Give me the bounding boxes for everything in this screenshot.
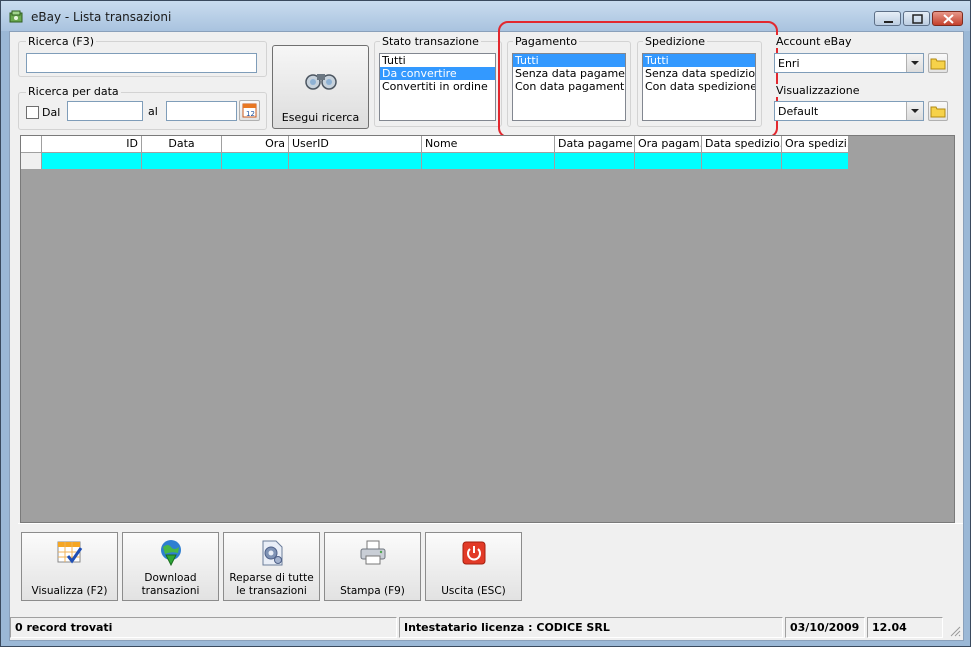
account-folder-button[interactable] (928, 53, 948, 73)
payment-list[interactable]: Tutti Senza data pagamento Con data paga… (512, 53, 626, 121)
table-cell[interactable] (142, 153, 222, 169)
status-records: 0 record trovati (10, 617, 397, 638)
shipping-item[interactable]: Tutti (643, 54, 755, 67)
run-search-button[interactable]: Esegui ricerca (272, 45, 369, 129)
grid-corner (21, 136, 42, 152)
column-header[interactable]: UserID (289, 136, 422, 152)
chevron-down-icon (906, 54, 923, 72)
close-button[interactable] (932, 11, 963, 26)
account-label: Account eBay (774, 35, 854, 48)
transaction-state-list[interactable]: Tutti Da convertire Convertiti in ordine (379, 53, 496, 121)
reparse-button[interactable]: Reparse di tutte le transazioni (223, 532, 320, 601)
close-icon (943, 14, 954, 24)
table-cell[interactable] (222, 153, 289, 169)
transaction-state-item[interactable]: Tutti (380, 54, 495, 67)
grid-check-icon (57, 541, 83, 564)
view-folder-button[interactable] (928, 101, 948, 121)
date-search-group-label: Ricerca per data (26, 85, 121, 98)
status-license: Intestatario licenza : CODICE SRL (399, 617, 783, 638)
gear-document-icon (262, 540, 283, 566)
print-button-label: Stampa (F9) (340, 585, 405, 597)
app-window: eBay - Lista transazioni Ricerca (F3) Ri… (0, 0, 971, 647)
calendar-button[interactable]: 12 (239, 100, 260, 121)
table-cell[interactable] (42, 153, 142, 169)
title-bar[interactable]: eBay - Lista transazioni (1, 1, 970, 31)
column-header[interactable]: Data (142, 136, 222, 152)
transaction-state-item[interactable]: Convertiti in ordine (380, 80, 495, 93)
power-icon (462, 541, 486, 565)
date-from-field[interactable] (67, 101, 143, 121)
column-header[interactable]: ID (42, 136, 142, 152)
svg-text:12: 12 (246, 110, 255, 118)
status-bar: 0 record trovati Intestatario licenza : … (10, 617, 963, 640)
exit-button-label: Uscita (ESC) (441, 585, 506, 597)
bottom-toolbar: Visualizza (F2) Download transazioni Rep… (18, 523, 963, 609)
transaction-state-item[interactable]: Da convertire (380, 67, 495, 80)
payment-item[interactable]: Con data pagamento (513, 80, 625, 93)
row-selector[interactable] (21, 153, 42, 169)
print-button[interactable]: Stampa (F9) (324, 532, 421, 601)
shipping-label: Spedizione (643, 35, 708, 48)
transactions-grid[interactable]: ID Data Ora UserID Nome Data pagame... O… (20, 135, 955, 523)
date-from-label: Dal (42, 106, 61, 119)
grid-header: ID Data Ora UserID Nome Data pagame... O… (21, 136, 849, 152)
payment-label: Pagamento (513, 35, 580, 48)
column-header[interactable]: Ora spedizi... (782, 136, 849, 152)
client-area: Ricerca (F3) Ricerca per data Dal al 12 (9, 21, 964, 641)
account-select[interactable]: Enri (774, 53, 924, 73)
date-to-label: al (148, 105, 158, 118)
payment-item[interactable]: Tutti (513, 54, 625, 67)
date-to-field[interactable] (166, 101, 237, 121)
table-cell[interactable] (555, 153, 635, 169)
table-row[interactable] (21, 153, 849, 169)
table-cell[interactable] (782, 153, 849, 169)
table-cell[interactable] (702, 153, 782, 169)
download-button-label: Download transazioni (141, 572, 200, 597)
date-from-checkbox[interactable] (26, 106, 39, 119)
shipping-item[interactable]: Senza data spedizione (643, 67, 755, 80)
folder-icon (930, 106, 946, 118)
column-header[interactable]: Data spedizio... (702, 136, 782, 152)
maximize-button[interactable] (903, 11, 930, 26)
column-header[interactable]: Ora pagam... (635, 136, 702, 152)
column-header[interactable]: Data pagame... (555, 136, 635, 152)
search-group-label: Ricerca (F3) (26, 35, 96, 48)
binoculars-icon (305, 74, 337, 90)
view-value: Default (778, 105, 819, 118)
search-input[interactable] (26, 53, 257, 73)
table-cell[interactable] (635, 153, 702, 169)
table-cell[interactable] (422, 153, 555, 169)
view-label: Visualizzazione (774, 84, 862, 97)
status-time: 12.04 (867, 617, 943, 638)
view-select[interactable]: Default (774, 101, 924, 121)
minimize-button[interactable] (874, 11, 901, 26)
printer-icon (360, 540, 386, 565)
minimize-icon (884, 21, 893, 23)
maximize-icon (912, 14, 923, 24)
ebay-app-icon (9, 10, 23, 23)
run-search-label: Esegui ricerca (281, 111, 360, 124)
folder-icon (930, 58, 946, 70)
reparse-button-label: Reparse di tutte le transazioni (229, 572, 314, 597)
download-button[interactable]: Download transazioni (122, 532, 219, 601)
exit-button[interactable]: Uscita (ESC) (425, 532, 522, 601)
shipping-item[interactable]: Con data spedizione (643, 80, 755, 93)
column-header[interactable]: Ora (222, 136, 289, 152)
download-globe-icon (161, 540, 181, 567)
resize-grip-icon[interactable] (949, 625, 961, 637)
column-header[interactable]: Nome (422, 136, 555, 152)
account-value: Enri (778, 57, 800, 70)
view-button-label: Visualizza (F2) (31, 585, 108, 597)
window-title: eBay - Lista transazioni (31, 10, 172, 24)
view-button[interactable]: Visualizza (F2) (21, 532, 118, 601)
chevron-down-icon (906, 102, 923, 120)
transaction-state-label: Stato transazione (380, 35, 481, 48)
payment-item[interactable]: Senza data pagamento (513, 67, 625, 80)
table-cell[interactable] (289, 153, 422, 169)
calendar-icon: 12 (242, 103, 257, 118)
status-date: 03/10/2009 (785, 617, 865, 638)
shipping-list[interactable]: Tutti Senza data spedizione Con data spe… (642, 53, 756, 121)
